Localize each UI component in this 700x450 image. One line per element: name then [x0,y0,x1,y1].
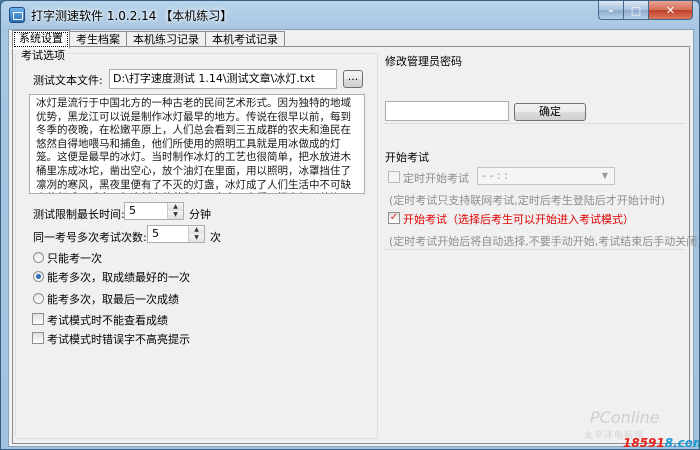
tab-practice-records[interactable]: 本机练习记录 [126,31,206,47]
hide-score-checkbox[interactable] [32,313,44,325]
time-limit-label: 测试限制最长时间: [33,208,125,221]
site-stamp-part2: 8.com [664,436,699,450]
client-area: 系统设置 考生档案 本机练习记录 本机考试记录 考试选项 测试文本文件: D:\… [8,29,699,447]
confirm-button[interactable]: 确定 [514,103,586,121]
time-limit-unit: 分钟 [189,208,211,221]
timed-start-checkbox[interactable] [388,171,400,183]
file-path-field[interactable]: D:\打字速度测试 1.14\测试文章\冰灯.txt [109,69,337,89]
admin-password-input[interactable] [385,101,509,121]
radio-best-score-label[interactable]: 能考多次，取成绩最好的一次 [47,269,190,285]
divider [383,123,685,124]
time-limit-value: 5 [129,204,136,217]
minimize-button[interactable]: – [598,1,624,20]
site-stamp: 185918.com [623,436,699,450]
radio-last-score[interactable] [33,293,44,304]
radio-last-score-label[interactable]: 能考多次，取最后一次成绩 [47,291,179,307]
exam-options-title: 考试选项 [19,47,67,63]
no-highlight-checkbox[interactable] [32,332,44,344]
close-button[interactable]: ✕ [649,1,693,20]
file-label: 测试文本文件: [33,74,103,87]
window-controls: – □ ✕ [598,1,693,21]
retry-unit: 次 [210,231,221,244]
timed-start-picker[interactable]: - - : : ▼ [477,167,615,185]
timed-note: (定时考试只支持联网考试,定时后考生登陆后才开始计时) [389,194,666,207]
start-note: (定时考试开始后将自动选择,不要手动开始,考试结束后手动关闭) [389,235,700,248]
maximize-button[interactable]: □ [624,1,649,20]
close-icon: ✕ [665,3,676,17]
radio-best-score[interactable] [33,271,44,282]
minimize-icon: – [608,3,614,17]
watermark-line1: PConline [590,408,660,427]
maximize-icon: □ [630,3,642,17]
title-bar: 打字测速软件 1.0.2.14 【本机练习】 – □ ✕ [1,1,699,29]
time-limit-arrows[interactable]: ▲ ▼ [167,203,183,219]
divider [383,249,685,250]
app-keyboard-icon [9,7,25,23]
admin-password-title: 修改管理员密码 [385,55,462,68]
browse-button[interactable]: ... [343,70,363,88]
spin-down-icon[interactable]: ▼ [168,211,183,219]
start-exam-title: 开始考试 [385,151,429,164]
hide-score-label[interactable]: 考试模式时不能查看成绩 [47,312,168,328]
article-preview[interactable]: 冰灯是流行于中国北方的一种古老的民间艺术形式。因为独特的地域优势，黑龙江可以说是… [29,94,365,194]
timed-start-label[interactable]: 定时开始考试 [403,170,469,186]
tab-exam-records[interactable]: 本机考试记录 [205,31,285,47]
app-window: 打字测速软件 1.0.2.14 【本机练习】 – □ ✕ 系统设置 考生档案 本… [0,0,700,450]
spin-up-icon[interactable]: ▲ [168,203,183,211]
retry-count-value: 5 [152,227,159,240]
tab-bar: 系统设置 考生档案 本机练习记录 本机考试记录 [12,30,285,49]
timed-start-picker-value: - - : : [482,169,508,182]
radio-once-label[interactable]: 只能考一次 [47,250,102,266]
spin-down-icon[interactable]: ▼ [189,234,204,242]
time-limit-stepper[interactable]: 5 ▲ ▼ [124,202,184,220]
retry-label: 同一考号多次考试次数: [33,231,147,244]
start-exam-checkbox[interactable]: ✓ [388,212,400,224]
site-stamp-part1: 18591 [623,436,665,450]
start-exam-label[interactable]: 开始考试（选择后考生可以开始进入考试模式） [403,211,634,227]
window-title: 打字测速软件 1.0.2.14 【本机练习】 [31,9,233,23]
radio-once[interactable] [33,252,44,263]
retry-count-stepper[interactable]: 5 ▲ ▼ [147,225,205,243]
settings-panel: 考试选项 测试文本文件: D:\打字速度测试 1.14\测试文章\冰灯.txt … [12,46,699,444]
chevron-down-icon[interactable]: ▼ [598,169,612,183]
retry-count-arrows[interactable]: ▲ ▼ [188,226,204,242]
tab-candidate-records[interactable]: 考生档案 [69,31,127,47]
no-highlight-label[interactable]: 考试模式时错误字不高亮提示 [47,331,190,347]
tab-system-settings[interactable]: 系统设置 [12,30,70,49]
spin-up-icon[interactable]: ▲ [189,226,204,234]
